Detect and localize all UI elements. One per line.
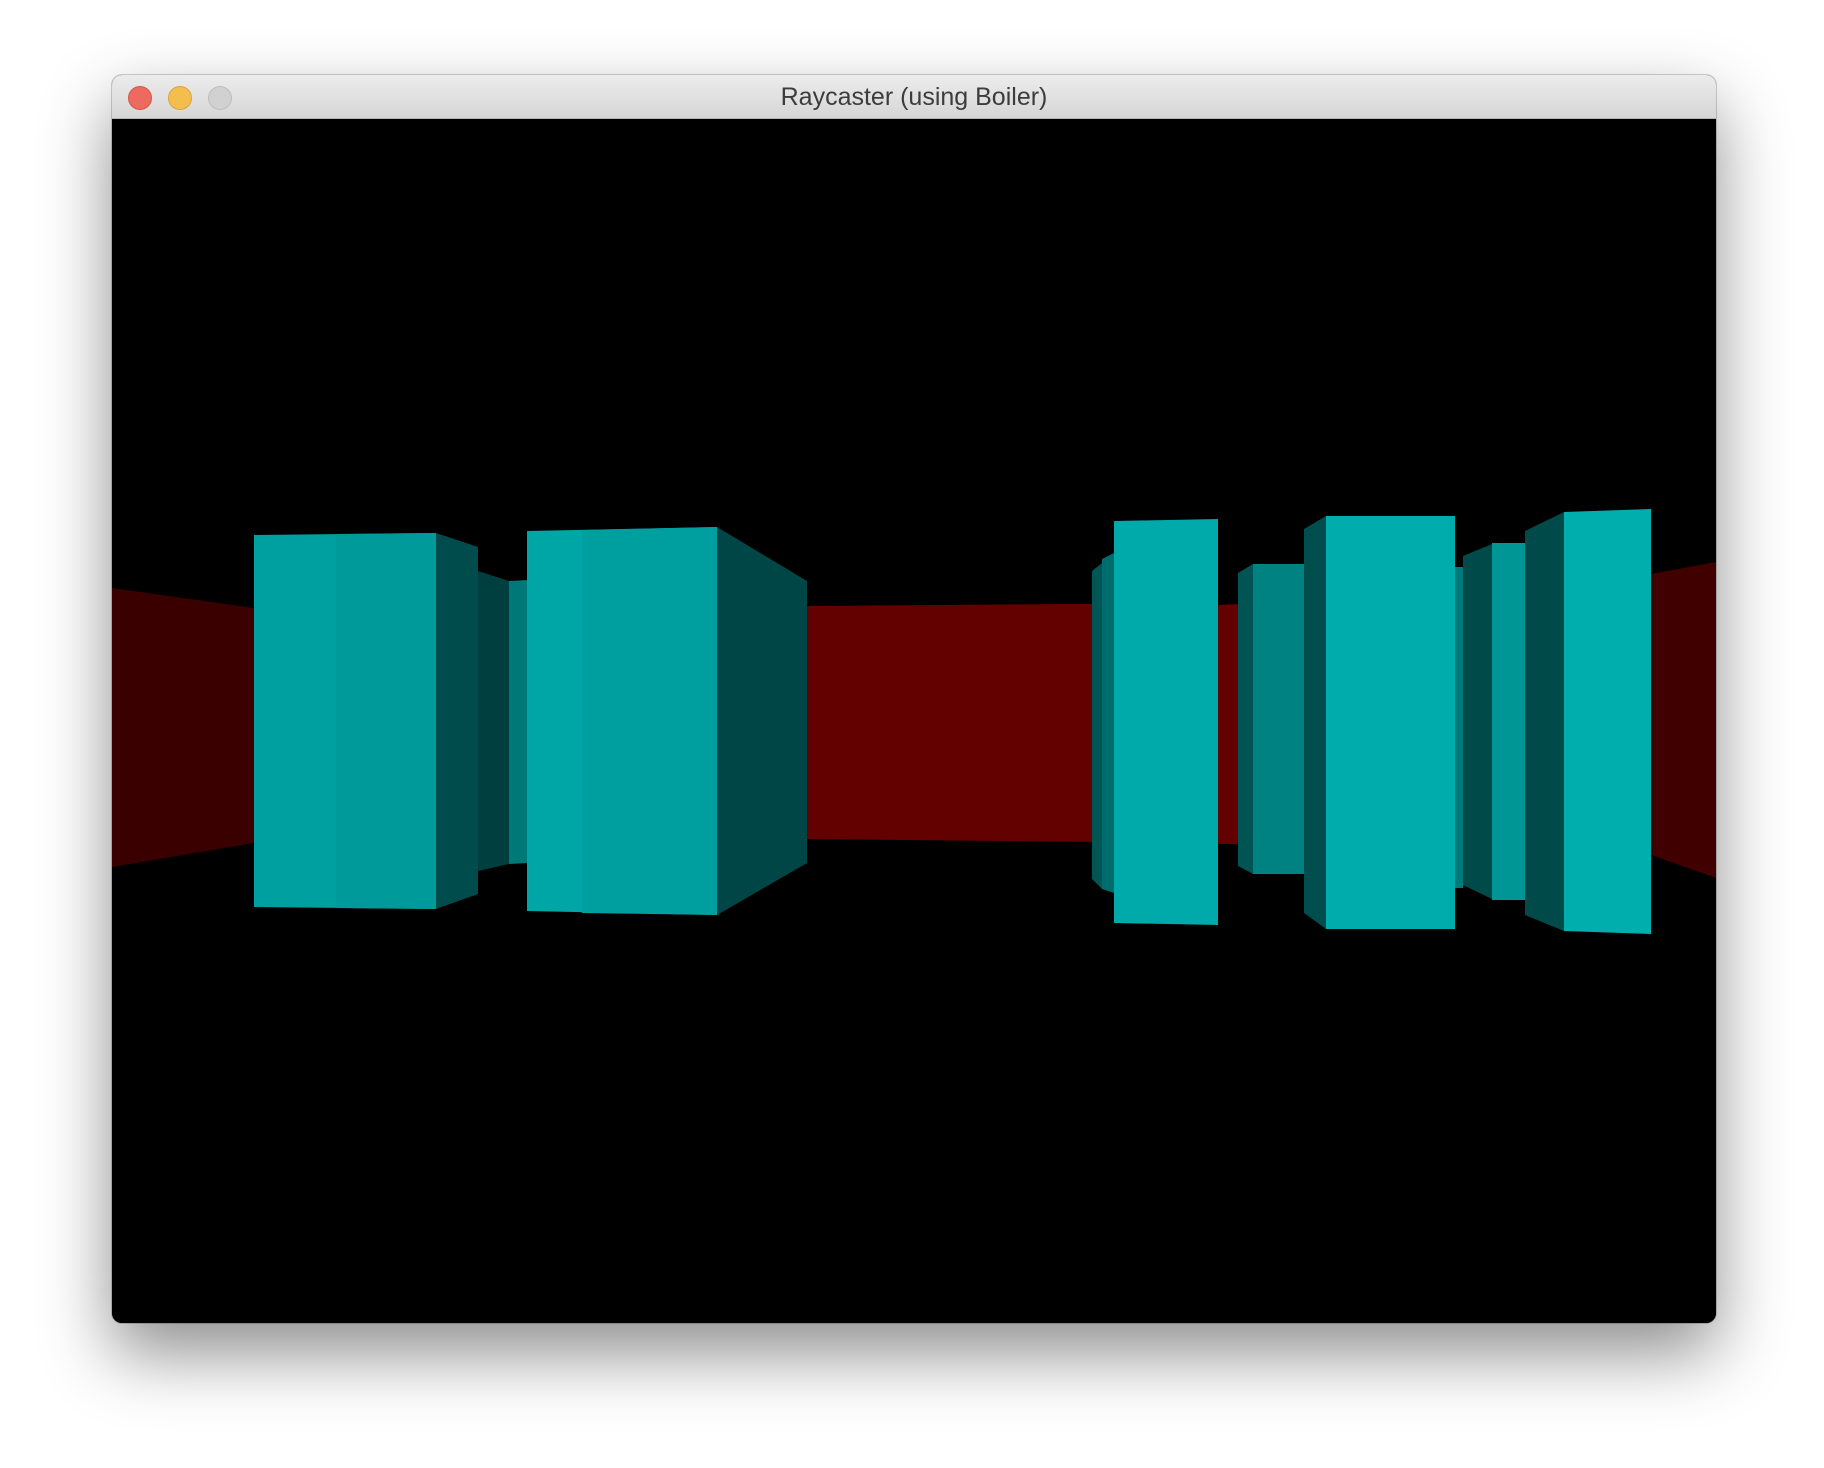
block-right-d-front bbox=[1253, 564, 1304, 874]
raycast-scene bbox=[112, 509, 1716, 934]
block-right-e-side bbox=[1304, 516, 1326, 929]
title-bar[interactable]: Raycaster (using Boiler) bbox=[112, 75, 1716, 119]
app-window: Raycaster (using Boiler) bbox=[112, 75, 1716, 1323]
block-right-c-front bbox=[1114, 519, 1218, 925]
red-wall-right bbox=[1651, 562, 1716, 878]
block-left-b-front-2 bbox=[582, 527, 717, 915]
block-left-a-front-2 bbox=[336, 533, 436, 909]
block-left-a-inner-side bbox=[478, 571, 509, 871]
block-left-a-side bbox=[436, 533, 478, 909]
block-right-f-side bbox=[1463, 544, 1492, 899]
block-right-g-side bbox=[1525, 512, 1564, 931]
block-right-e-front bbox=[1326, 516, 1455, 929]
raycaster-viewport[interactable] bbox=[112, 119, 1716, 1323]
block-right-d-side bbox=[1238, 564, 1253, 874]
block-right-c-edge-2 bbox=[1102, 553, 1114, 893]
red-wall-center-small bbox=[1217, 604, 1238, 844]
block-right-g-front bbox=[1564, 509, 1651, 934]
block-right-c-edge-1 bbox=[1092, 563, 1102, 889]
window-title: Raycaster (using Boiler) bbox=[780, 83, 1048, 111]
block-left-b-side bbox=[717, 527, 807, 915]
block-right-e-edge bbox=[1455, 567, 1463, 888]
block-left-a-inner-face bbox=[509, 580, 528, 864]
block-right-f-front bbox=[1492, 543, 1525, 900]
red-wall-left bbox=[112, 588, 254, 867]
